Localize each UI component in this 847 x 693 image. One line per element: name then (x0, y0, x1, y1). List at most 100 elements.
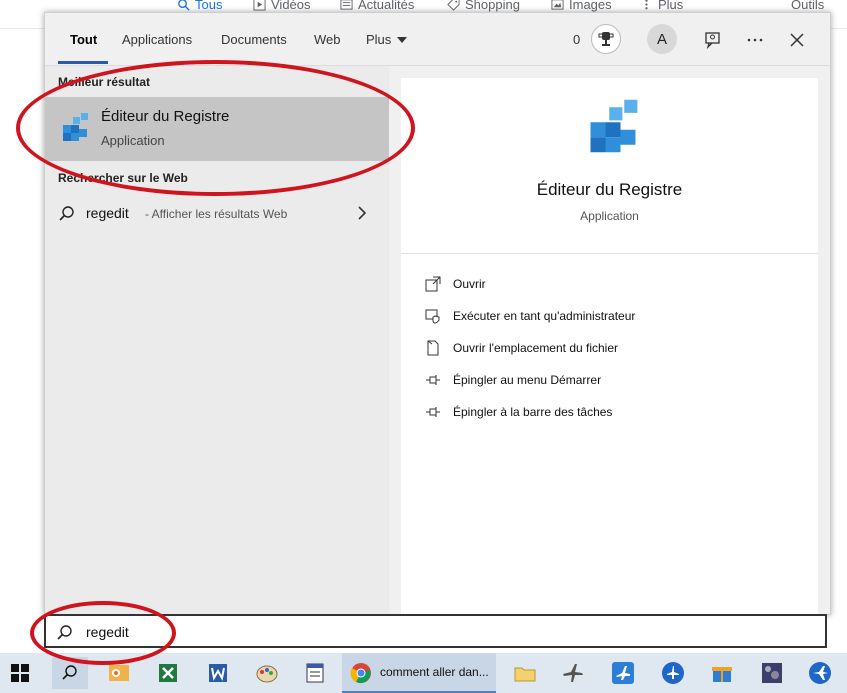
action-label: Épingler à la barre des tâches (453, 405, 613, 419)
taskbar-app-airplane[interactable] (557, 657, 589, 689)
close-icon (790, 33, 804, 47)
web-hint: - Afficher les résultats Web (145, 207, 288, 221)
close-button[interactable] (782, 27, 812, 53)
outlook-icon (109, 665, 129, 681)
search-icon (59, 206, 74, 221)
action-open-file-location[interactable]: Ouvrir l'emplacement du fichier (425, 338, 618, 358)
browser-tab-news[interactable]: Actualités (340, 0, 414, 12)
trophy-icon (598, 32, 614, 46)
preview-title: Éditeur du Registre (536, 180, 683, 199)
folder-icon (514, 667, 536, 682)
browser-tab-label: Tous (195, 0, 223, 12)
action-run-as-admin[interactable]: Exécuter en tant qu'administrateur (425, 306, 635, 326)
search-input[interactable]: regedit (86, 624, 129, 640)
photo-icon (762, 663, 782, 683)
browser-tab-label: Outils (791, 0, 825, 12)
active-tab-indicator (58, 61, 108, 64)
start-button[interactable] (4, 657, 36, 689)
divider (401, 253, 818, 254)
browser-tab-videos[interactable]: Vidéos (253, 0, 311, 12)
taskbar-search-button[interactable] (52, 657, 88, 689)
action-label: Ouvrir (453, 277, 486, 291)
action-label: Épingler au menu Démarrer (453, 373, 602, 387)
preview-pane: Éditeur du Registre Application Ouvrir E… (401, 78, 818, 614)
excel-icon (159, 664, 177, 682)
browser-tab-label: Actualités (358, 0, 415, 12)
news-icon (340, 0, 353, 10)
search-panel: Tout Applications Documents Web Plus 0 A… (44, 12, 831, 615)
caret-down-icon (397, 36, 408, 43)
browser-tab-tools[interactable]: Outils (791, 0, 824, 12)
chevron-right-icon[interactable] (357, 205, 367, 221)
browser-tab-images[interactable]: Images (551, 0, 612, 12)
word-icon (209, 664, 227, 682)
taskbar-excel[interactable] (152, 657, 184, 689)
taskbar-outlook[interactable] (103, 657, 135, 689)
search-icon (178, 0, 190, 11)
registry-editor-icon (590, 99, 638, 153)
search-icon (62, 665, 77, 680)
results-list: Meilleur résultat Éditeur du Registre Ap… (45, 66, 389, 614)
shield-admin-icon (425, 309, 440, 324)
taskbar: comment aller dan... (0, 653, 847, 693)
tab-documents[interactable]: Documents (221, 32, 287, 47)
browser-tab-more[interactable]: Plus (640, 0, 683, 12)
play-icon (253, 0, 266, 11)
taskbar-notepad[interactable] (299, 657, 331, 689)
ellipsis-icon (747, 38, 763, 42)
filter-bar: Tout Applications Documents Web Plus 0 A (45, 13, 830, 66)
airplane-icon (563, 664, 583, 682)
browser-tab-label: Vidéos (271, 0, 311, 12)
open-icon (425, 276, 441, 292)
taskbar-folder[interactable] (509, 657, 541, 689)
action-pin-start[interactable]: Épingler au menu Démarrer (425, 370, 601, 390)
airplane-blue-icon (662, 662, 684, 684)
reward-count: 0 (573, 32, 581, 47)
browser-tab-shopping[interactable]: Shopping (447, 0, 520, 12)
browser-tab-label: Images (569, 0, 612, 12)
action-pin-taskbar[interactable]: Épingler à la barre des tâches (425, 402, 612, 422)
action-label: Ouvrir l'emplacement du fichier (453, 341, 619, 355)
pin-icon (426, 375, 440, 385)
web-query: regedit (86, 205, 129, 221)
taskbar-app-flight[interactable] (607, 657, 639, 689)
airplane-app-icon (612, 662, 634, 684)
paint-icon (256, 665, 278, 683)
taskbar-paint[interactable] (251, 657, 283, 689)
taskbar-chrome[interactable]: comment aller dan... (342, 653, 496, 693)
tab-more[interactable]: Plus (366, 32, 408, 47)
reward-icon[interactable] (591, 24, 621, 54)
tab-all[interactable]: Tout (70, 32, 97, 47)
taskbar-app-gift[interactable] (706, 657, 738, 689)
preview-subtitle: Application (580, 209, 639, 223)
browser-tab-label: Shopping (465, 0, 520, 12)
best-match-subtitle: Application (101, 133, 165, 148)
search-box[interactable]: regedit (44, 614, 827, 648)
taskbar-app-plane-circle[interactable] (657, 657, 689, 689)
tab-applications[interactable]: Applications (122, 32, 192, 47)
image-icon (551, 0, 564, 10)
browser-tab-label: Plus (658, 0, 684, 12)
taskbar-app-photo[interactable] (756, 657, 788, 689)
feedback-button[interactable] (698, 27, 728, 53)
tab-more-label: Plus (366, 32, 392, 47)
tab-web[interactable]: Web (314, 32, 341, 47)
gift-icon (712, 667, 732, 682)
registry-editor-icon (63, 113, 88, 141)
best-match-item[interactable]: Éditeur du Registre Application (45, 97, 389, 161)
taskbar-word[interactable] (202, 657, 234, 689)
plane-app-icon (809, 662, 831, 684)
notepad-icon (306, 663, 324, 683)
more-dots-icon (645, 0, 648, 10)
best-match-title: Éditeur du Registre (101, 108, 230, 125)
browser-tab-all[interactable]: Tous (177, 0, 222, 12)
windows-start-icon (11, 664, 29, 682)
action-open[interactable]: Ouvrir (425, 274, 486, 294)
search-icon (57, 625, 72, 640)
more-options-button[interactable] (740, 27, 770, 53)
avatar[interactable]: A (647, 24, 677, 54)
web-search-item[interactable]: regedit - Afficher les résultats Web (45, 200, 389, 230)
taskbar-app-plane[interactable] (804, 657, 836, 689)
file-location-icon (427, 340, 439, 356)
web-search-heading: Rechercher sur le Web (58, 171, 188, 185)
